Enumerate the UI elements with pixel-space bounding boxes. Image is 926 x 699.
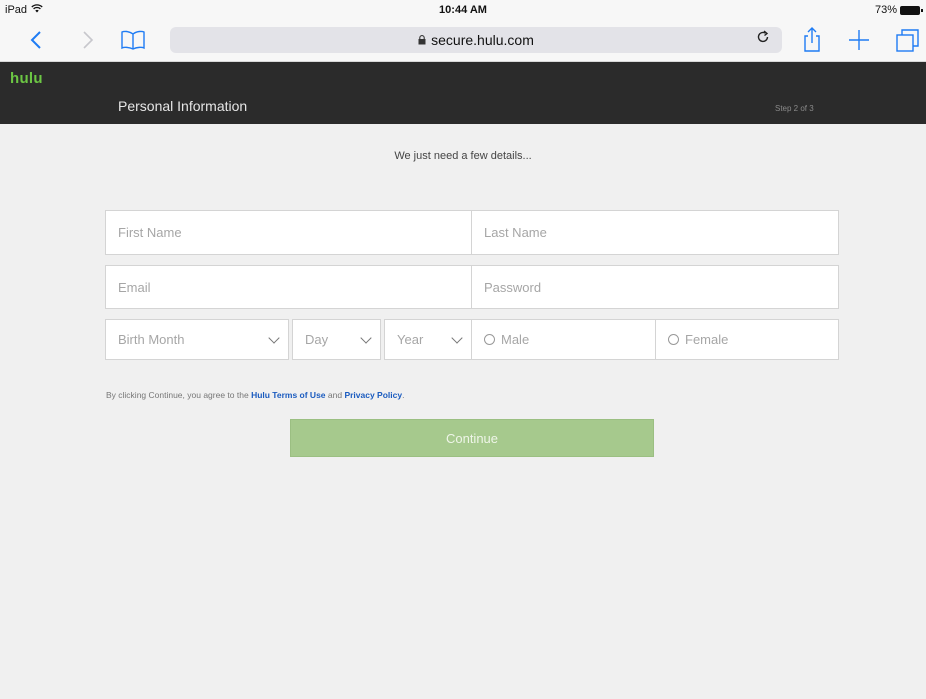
- password-field[interactable]: Password: [471, 265, 839, 309]
- page-title: Personal Information: [118, 98, 248, 114]
- battery-percent: 73%: [874, 4, 897, 16]
- first-name-field[interactable]: First Name: [105, 210, 472, 255]
- last-name-placeholder: Last Name: [484, 225, 547, 240]
- terms-text: By clicking Continue, you agree to the H…: [106, 390, 404, 400]
- browser-toolbar: secure.hulu.com: [0, 20, 926, 62]
- new-tab-icon[interactable]: [845, 24, 873, 56]
- male-option[interactable]: Male: [471, 319, 656, 360]
- female-label: Female: [685, 332, 729, 347]
- day-label: Day: [305, 332, 329, 347]
- step-indicator: Step 2 of 3: [775, 104, 814, 113]
- email-placeholder: Email: [118, 279, 151, 295]
- female-radio-icon[interactable]: [668, 334, 679, 345]
- male-radio-icon[interactable]: [484, 334, 495, 345]
- last-name-field[interactable]: Last Name: [471, 210, 839, 255]
- status-bar: iPad 10:44 AM 73%: [0, 0, 926, 20]
- chevron-down-icon: [268, 331, 280, 344]
- year-label: Year: [397, 332, 424, 347]
- bookmarks-icon[interactable]: [118, 24, 148, 56]
- password-placeholder: Password: [484, 279, 542, 295]
- share-icon[interactable]: [798, 24, 826, 56]
- forward-icon[interactable]: [76, 24, 100, 56]
- reload-icon[interactable]: [756, 30, 770, 48]
- address-bar[interactable]: secure.hulu.com: [170, 27, 782, 53]
- url-text: secure.hulu.com: [431, 32, 534, 48]
- battery-icon: [900, 5, 923, 15]
- chevron-down-icon: [451, 331, 463, 344]
- url-display[interactable]: secure.hulu.com: [170, 32, 730, 48]
- email-field[interactable]: Email: [105, 265, 472, 309]
- status-right: 73%: [874, 4, 923, 16]
- hulu-header: hulu Personal Information Step 2 of 3: [0, 62, 926, 124]
- female-option[interactable]: Female: [655, 319, 839, 360]
- status-time: 10:44 AM: [439, 4, 487, 16]
- back-icon[interactable]: [24, 24, 48, 56]
- birth-month-select[interactable]: Birth Month: [105, 319, 289, 360]
- lock-icon: [418, 32, 426, 48]
- continue-button[interactable]: Continue: [290, 419, 654, 457]
- terms-of-use-link[interactable]: Hulu Terms of Use: [251, 390, 325, 400]
- terms-suffix: .: [402, 390, 405, 400]
- privacy-policy-link[interactable]: Privacy Policy: [344, 390, 402, 400]
- year-select[interactable]: Year: [384, 319, 472, 360]
- intro-text: We just need a few details...: [394, 150, 532, 162]
- tabs-icon[interactable]: [893, 24, 923, 56]
- birth-month-label: Birth Month: [118, 332, 185, 347]
- terms-prefix: By clicking Continue, you agree to the: [106, 390, 252, 400]
- first-name-placeholder: First Name: [118, 225, 182, 240]
- day-select[interactable]: Day: [292, 319, 381, 360]
- terms-and: and: [325, 390, 345, 400]
- male-label: Male: [501, 332, 530, 347]
- chevron-down-icon: [360, 331, 372, 344]
- hulu-logo[interactable]: hulu: [10, 70, 43, 87]
